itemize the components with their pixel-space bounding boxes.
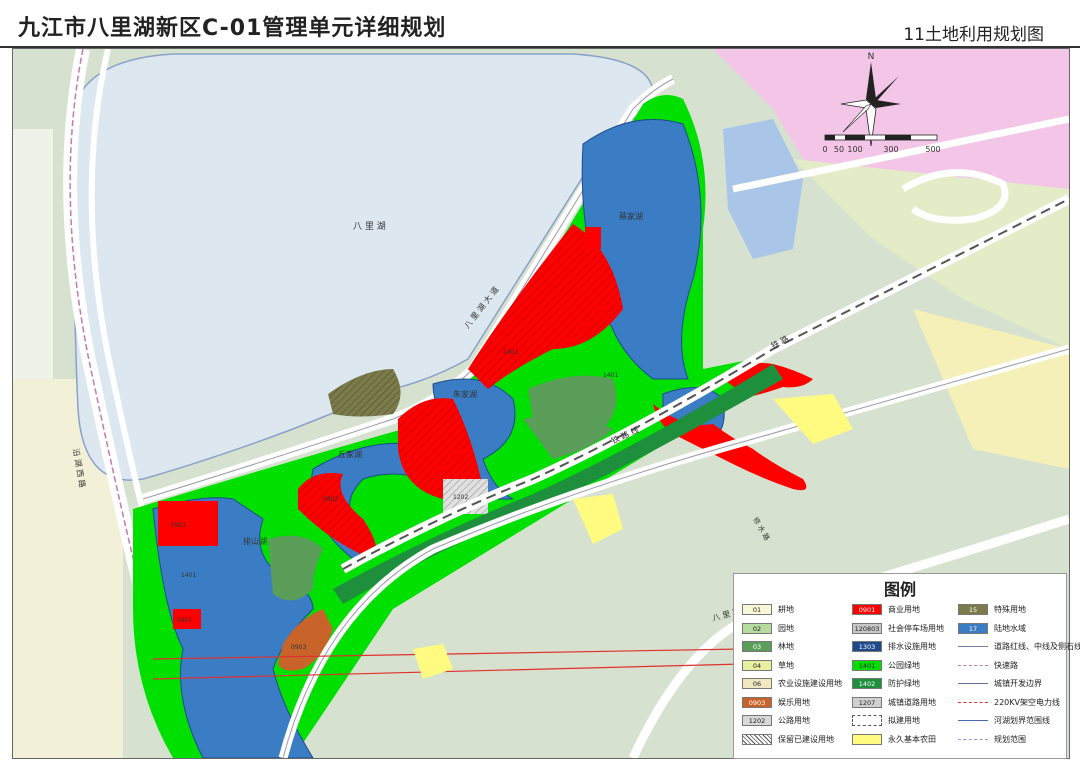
legend-label: 耕地 bbox=[778, 605, 794, 614]
legend-label: 防护绿地 bbox=[888, 679, 920, 688]
legend-swatch: 0903 bbox=[742, 696, 772, 708]
legend-swatch: 120803 bbox=[852, 622, 882, 634]
legend-swatch: 1402 bbox=[852, 678, 882, 689]
parcel-code: 1401 bbox=[603, 372, 618, 379]
scale-label: 300 bbox=[883, 145, 898, 154]
lake-label-paishan: 排山湖 bbox=[243, 536, 267, 546]
legend-label: 永久基本农田 bbox=[888, 734, 936, 744]
parcel-code: 1202 bbox=[453, 494, 468, 501]
legend-label: 拟建用地 bbox=[888, 716, 920, 725]
legend-label: 城镇道路用地 bbox=[888, 697, 936, 707]
legend-label: 220KV架空电力线 bbox=[994, 697, 1060, 707]
legend-swatch bbox=[958, 701, 988, 703]
legend-label: 道路红线、中线及侧石线 bbox=[994, 642, 1080, 651]
legend: 图例 01 耕地 02 园地 03 林地 04 草地 06 农业设施建设用地 0903 娱乐用地 120… bbox=[733, 573, 1080, 759]
legend-label: 社会停车场用地 bbox=[888, 623, 944, 633]
scale-label: 500 bbox=[925, 145, 940, 154]
legend-swatch bbox=[958, 646, 988, 647]
parcel-code: 0902 bbox=[323, 496, 338, 503]
legend-swatch: 01 bbox=[742, 604, 772, 615]
legend-label: 城镇开发边界 bbox=[994, 679, 1042, 688]
legend-swatch: 15 bbox=[958, 604, 988, 615]
north-letter: N bbox=[868, 52, 875, 62]
legend-label: 保留已建设用地 bbox=[778, 734, 834, 744]
legend-label: 特殊用地 bbox=[994, 605, 1026, 614]
legend-label: 公园绿地 bbox=[888, 660, 920, 670]
legend-label: 园地 bbox=[778, 623, 794, 633]
legend-label: 农业设施建设用地 bbox=[778, 679, 842, 688]
map-subtitle: 11土地利用规划图 bbox=[903, 25, 1044, 45]
parcel-code: 1401 bbox=[503, 349, 518, 356]
legend-swatch: 0901 bbox=[852, 604, 882, 615]
legend-swatch: 1401 bbox=[852, 659, 882, 671]
parcel-code: 0901 bbox=[171, 522, 186, 529]
legend-swatch bbox=[958, 683, 988, 684]
map-sheet: 九江市八里湖新区C-01管理单元详细规划 11土地利用规划图 八 里 湖 蔡家湖… bbox=[0, 0, 1080, 769]
legend-swatch bbox=[958, 720, 988, 721]
parcel-code: 0901 bbox=[177, 617, 192, 624]
legend-swatch: 04 bbox=[742, 659, 772, 671]
legend-label: 林地 bbox=[778, 642, 794, 651]
map-title: 九江市八里湖新区C-01管理单元详细规划 bbox=[18, 16, 447, 41]
parcel-code: 0903 bbox=[291, 644, 306, 651]
commercial-north-small bbox=[585, 227, 601, 249]
legend-label: 河湖划界范围线 bbox=[994, 716, 1050, 725]
legend-label: 规划范围 bbox=[994, 734, 1026, 744]
legend-label: 娱乐用地 bbox=[778, 697, 810, 707]
legend-swatch bbox=[958, 738, 988, 740]
scale-label: 100 bbox=[847, 145, 862, 154]
parcel-code: 1401 bbox=[181, 572, 196, 579]
lake-label-qiujia: 丘家湖 bbox=[338, 449, 362, 459]
lake-label-zhujia: 朱家湖 bbox=[453, 389, 477, 399]
legend-swatch bbox=[742, 733, 772, 745]
legend-label: 草地 bbox=[778, 660, 794, 670]
legend-label: 快速路 bbox=[994, 660, 1018, 670]
legend-label: 公路用地 bbox=[778, 716, 810, 725]
scale-label: 50 bbox=[834, 145, 844, 154]
left-park-strip bbox=[13, 129, 53, 379]
legend-swatch: 17 bbox=[958, 622, 988, 634]
legend-swatch bbox=[958, 664, 988, 666]
legend-swatch bbox=[852, 715, 882, 726]
scale-label: 0 bbox=[822, 145, 827, 154]
legend-label: 陆地水域 bbox=[994, 623, 1026, 633]
legend-label: 商业用地 bbox=[888, 605, 920, 614]
commercial-paishan-a bbox=[158, 501, 218, 546]
legend-swatch: 1202 bbox=[742, 715, 772, 726]
lake-label-caijia: 蔡家湖 bbox=[619, 211, 643, 221]
legend-title: 图例 bbox=[883, 580, 916, 599]
legend-swatch bbox=[852, 733, 882, 745]
legend-label: 排水设施用地 bbox=[888, 642, 936, 651]
legend-swatch: 02 bbox=[742, 622, 772, 634]
legend-swatch: 1303 bbox=[852, 641, 882, 652]
title-bar: 九江市八里湖新区C-01管理单元详细规划 11土地利用规划图 bbox=[0, 0, 1080, 48]
legend-swatch: 1207 bbox=[852, 696, 882, 708]
lake-label-bali: 八 里 湖 bbox=[353, 221, 386, 232]
legend-swatch: 03 bbox=[742, 641, 772, 652]
legend-swatch: 06 bbox=[742, 678, 772, 689]
